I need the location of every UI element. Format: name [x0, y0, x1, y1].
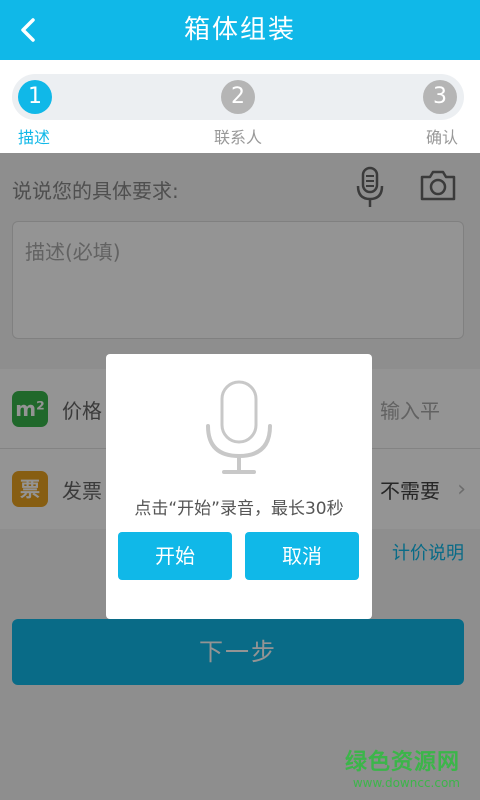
- step-3-label: 确认: [426, 128, 459, 147]
- cancel-button[interactable]: 取消: [245, 532, 359, 580]
- step-1-circle: 1: [18, 80, 52, 114]
- step-2-circle: 2: [221, 80, 255, 114]
- voice-record-dialog: 点击“开始”录音，最长30秒 开始 取消: [106, 354, 372, 619]
- progress-stepper: 1 2 3 描述 联系人 确认: [0, 60, 480, 153]
- step-2-label: 联系人: [214, 128, 263, 147]
- start-recording-button[interactable]: 开始: [118, 532, 232, 580]
- step-3-circle: 3: [423, 80, 457, 114]
- step-1-label: 描述: [18, 128, 51, 147]
- record-instruction: 点击“开始”录音，最长30秒: [134, 499, 344, 519]
- microphone-large-icon: [206, 380, 272, 474]
- watermark-title: 绿色资源网: [344, 750, 460, 775]
- app-header: 箱体组装: [0, 0, 480, 60]
- page-title: 箱体组装: [183, 15, 296, 45]
- watermark: 绿色资源网 www.downcc.com: [345, 744, 460, 790]
- watermark-url: www.downcc.com: [352, 776, 460, 790]
